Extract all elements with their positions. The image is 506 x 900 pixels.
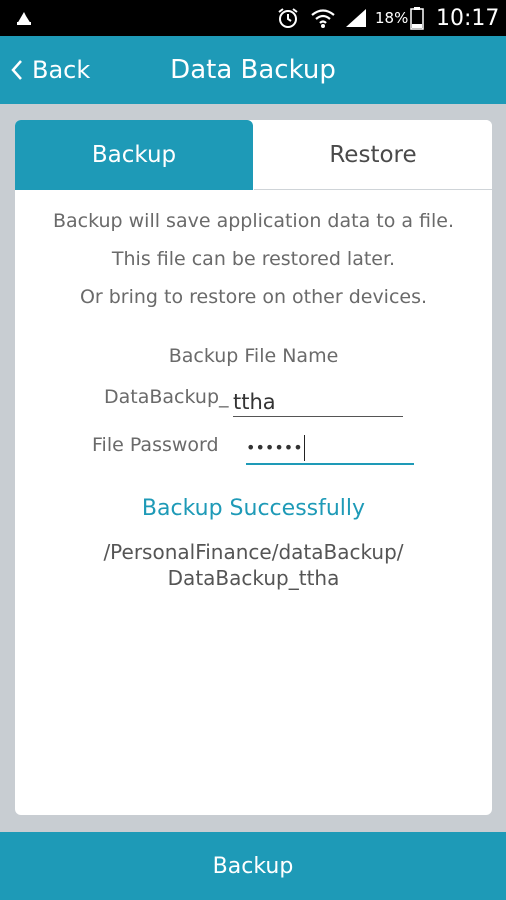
- file-name-value: ttha: [233, 390, 276, 414]
- back-label: Back: [32, 56, 91, 84]
- backup-button[interactable]: Backup: [0, 832, 506, 900]
- notification-icon: [14, 0, 34, 36]
- text-cursor: [303, 435, 306, 461]
- wifi-icon: [310, 0, 336, 36]
- app-bar: Back Data Backup: [0, 36, 506, 104]
- password-input[interactable]: ••••••: [246, 433, 414, 465]
- backup-path-line-2: DataBackup_ttha: [167, 566, 340, 590]
- success-message: Backup Successfully: [141, 496, 366, 521]
- battery-percent: 18%: [375, 9, 409, 27]
- description-line-2: This file can be restored later.: [111, 248, 396, 270]
- backup-path-line-1: /PersonalFinance/dataBackup/: [103, 540, 404, 564]
- file-name-prefix: DataBackup_: [104, 386, 229, 408]
- battery-icon: [410, 0, 424, 36]
- description-line-3: Or bring to restore on other devices.: [79, 286, 428, 308]
- alarm-icon: [276, 0, 300, 36]
- backup-card: Backup Restore Backup will save applicat…: [15, 120, 492, 815]
- file-name-input[interactable]: ttha: [233, 385, 403, 417]
- tab-bar: Backup Restore: [15, 120, 492, 190]
- description-line-1: Backup will save application data to a f…: [52, 210, 455, 232]
- signal-icon: [344, 0, 368, 36]
- tab-restore[interactable]: Restore: [254, 120, 492, 190]
- back-button[interactable]: Back: [10, 36, 90, 104]
- password-value: ••••••: [246, 438, 303, 457]
- status-bar: 18% 10:17: [0, 0, 506, 36]
- file-name-heading: Backup File Name: [168, 345, 339, 367]
- password-label: File Password: [92, 434, 219, 456]
- chevron-left-icon: [11, 60, 22, 80]
- clock: 10:17: [436, 5, 500, 31]
- tab-backup[interactable]: Backup: [15, 120, 253, 190]
